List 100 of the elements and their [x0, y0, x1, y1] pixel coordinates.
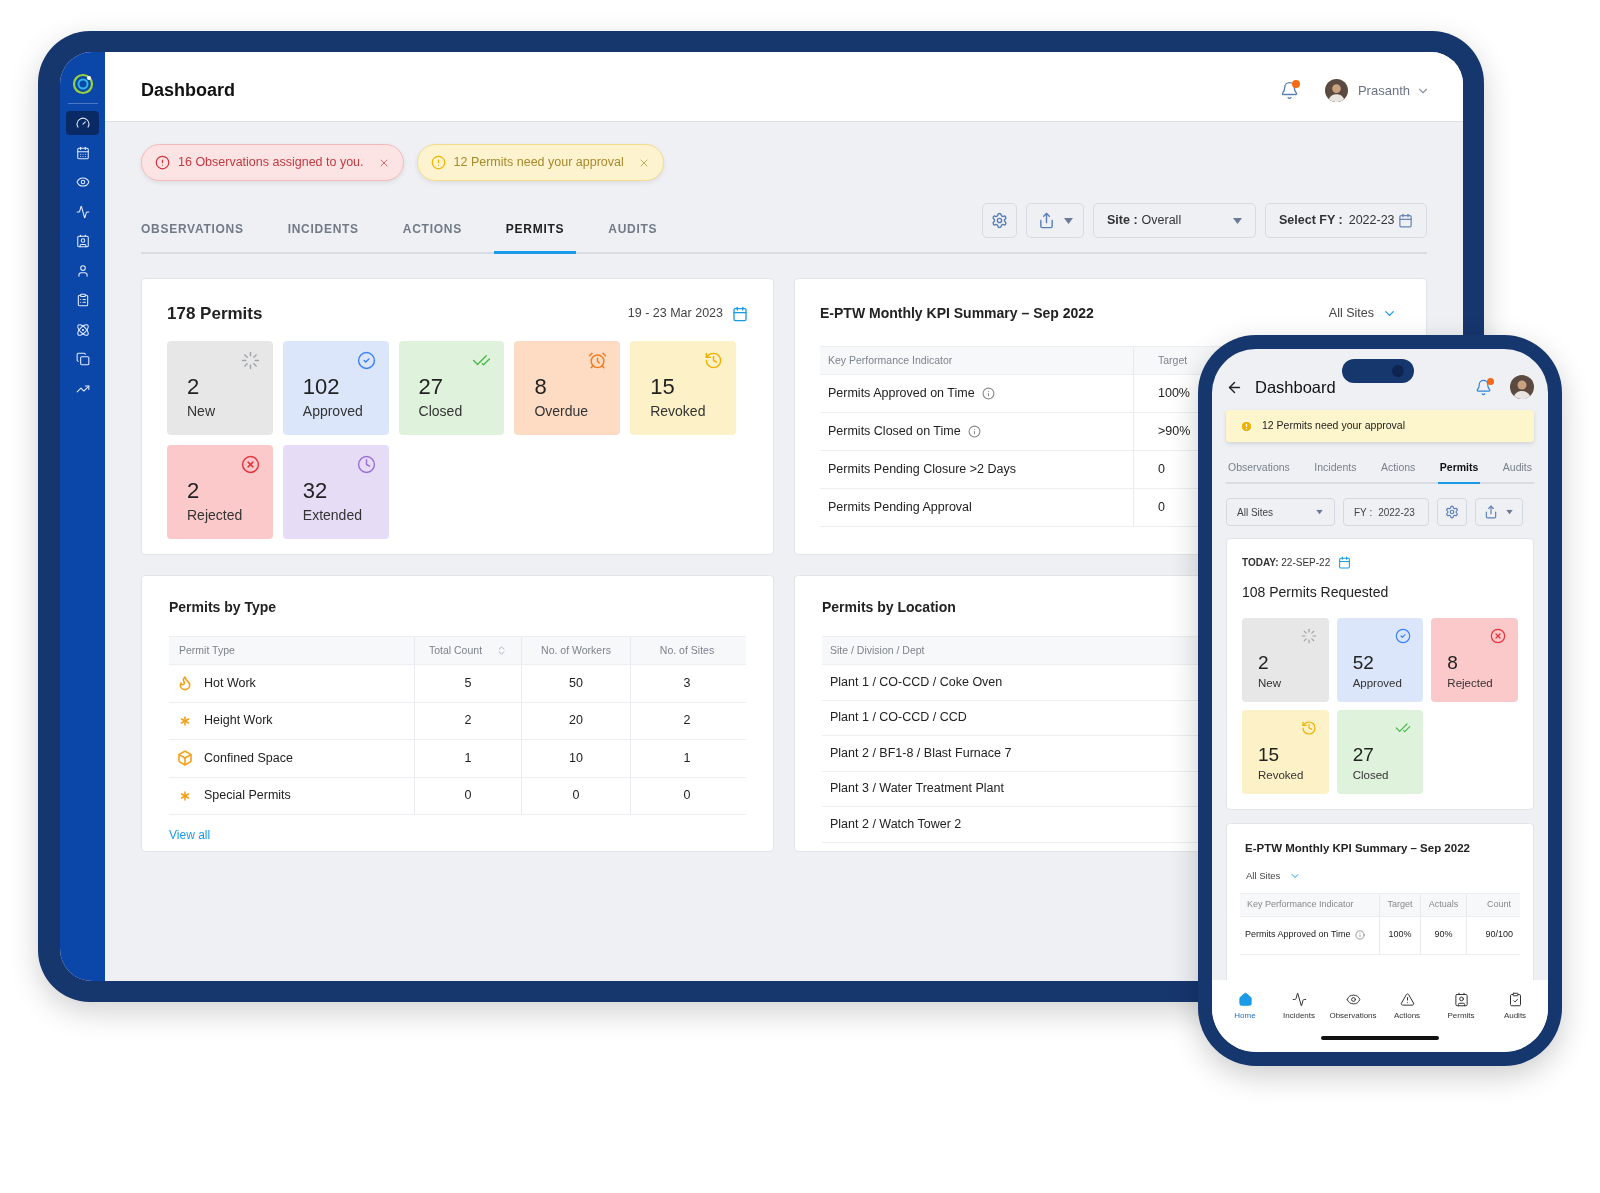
share-icon [1037, 212, 1055, 229]
column-header: Site / Division / Dept [830, 642, 925, 658]
tile-label: Closed [1352, 767, 1390, 783]
status-tile[interactable]: 2 New [1242, 618, 1329, 702]
tab[interactable]: ACTIONS [390, 206, 474, 254]
nav-item[interactable]: Incidents [1274, 992, 1324, 1022]
table-cell-text: 0 [1157, 499, 1165, 517]
activity-icon [1291, 992, 1307, 1007]
table-cell-text: 0 [1157, 461, 1165, 479]
status-tile[interactable]: 8 Rejected [1431, 618, 1518, 702]
info-icon[interactable] [981, 387, 995, 400]
person-icon [75, 263, 90, 278]
tab[interactable]: AUDITS [596, 206, 670, 254]
tile-label: Closed [418, 401, 464, 421]
screen-title: Dashboard [1255, 376, 1336, 398]
calendar-icon [75, 145, 90, 160]
info-icon[interactable] [1354, 930, 1365, 940]
nav-item[interactable]: Audits [1490, 992, 1540, 1022]
user-name[interactable]: Prasanth [1357, 80, 1410, 101]
fiscal-year-select[interactable]: Select FY : 2022-23 [1265, 203, 1427, 238]
share-button[interactable] [1026, 203, 1084, 238]
table-cell-text: 90/100 [1484, 928, 1514, 942]
x-circle-icon [240, 454, 260, 474]
info-icon[interactable] [967, 425, 981, 438]
tab[interactable]: OBSERVATIONS [129, 206, 256, 254]
id-card-icon [1453, 992, 1469, 1007]
status-tile[interactable]: 27 Closed [1336, 710, 1424, 794]
status-tile[interactable]: 15 Revoked [1242, 710, 1329, 794]
settings-button[interactable] [982, 203, 1017, 238]
tile-count: 27 [1352, 743, 1375, 767]
logo [71, 73, 94, 95]
tile-label: Revoked [1258, 767, 1305, 783]
alert-icon [1240, 419, 1253, 433]
column-header[interactable]: Total Count [428, 642, 483, 659]
copy-icon [75, 352, 90, 366]
table-cell-text: Permits Approved on Time [828, 385, 975, 403]
flame-icon [177, 675, 193, 692]
nav-item[interactable]: Actions [1382, 992, 1432, 1022]
clipboard-icon [75, 293, 90, 307]
tile-count: 15 [650, 373, 676, 401]
table-cell-text: Plant 1 / CO-CCD / CCD [830, 709, 967, 727]
alert-text: 12 Permits need your approval [1262, 418, 1405, 434]
site-select[interactable]: All Sites [1226, 498, 1335, 526]
column-header: No. of Sites [658, 642, 716, 658]
calendar-icon[interactable] [1338, 556, 1352, 569]
share-button[interactable] [1475, 498, 1523, 526]
status-tile[interactable]: 2 Rejected [167, 444, 273, 539]
atom-icon [75, 322, 90, 337]
tab[interactable]: Permits [1437, 454, 1481, 484]
status-tile[interactable]: 52 Approved [1336, 618, 1424, 702]
avatar[interactable] [1510, 375, 1534, 399]
tab[interactable]: Observations [1226, 454, 1292, 484]
settings-icon [991, 212, 1008, 229]
tile-label: New [1258, 675, 1282, 691]
sidebar-item[interactable] [66, 111, 99, 135]
table-cell-text: 2 [464, 712, 472, 730]
tab[interactable]: INCIDENTS [275, 206, 371, 254]
notification-button[interactable] [1475, 378, 1492, 396]
table-cell-text: 100% [1157, 385, 1190, 403]
status-tile[interactable]: 27 Closed [398, 340, 505, 435]
nav-item[interactable]: Home [1220, 992, 1270, 1022]
column-header: Actuals [1421, 893, 1467, 916]
settings-button[interactable] [1437, 498, 1467, 526]
status-tile[interactable]: 32 Extended [282, 444, 389, 539]
status-tile[interactable]: 8 Overdue [514, 340, 621, 435]
alert-text: 16 Observations assigned to you. [178, 154, 364, 172]
status-tile[interactable]: 15 Revoked [630, 340, 736, 435]
tile-label: Revoked [650, 401, 707, 421]
tab[interactable]: Incidents [1312, 454, 1359, 484]
camera-notch [1342, 359, 1414, 383]
tab[interactable]: Actions [1378, 454, 1418, 484]
status-tile[interactable]: 2 New [167, 340, 273, 435]
home-icon [1237, 992, 1253, 1007]
nav-item[interactable]: Permits [1436, 992, 1486, 1022]
tile-count: 52 [1352, 651, 1375, 675]
card-title: E-PTW Monthly KPI Summary – Sep 2022 [820, 304, 1094, 323]
notification-button[interactable] [1279, 81, 1299, 100]
avatar[interactable] [1324, 79, 1348, 102]
column-header: Count [1485, 897, 1512, 911]
site-filter[interactable]: All Sites [1328, 304, 1397, 323]
clock-icon [588, 350, 608, 370]
table-cell-text: 1 [464, 749, 472, 767]
tab[interactable]: PERMITS [493, 206, 577, 254]
tab[interactable]: Audits [1500, 454, 1534, 484]
id-card-icon [75, 234, 90, 248]
calendar-icon[interactable] [732, 305, 748, 322]
nav-item[interactable]: Observations [1328, 992, 1378, 1022]
table-cell-text: 2 [682, 712, 692, 730]
date-range: 19 - 23 Mar 2023 [627, 305, 723, 323]
fiscal-year-select[interactable]: FY : 2022-23 [1343, 498, 1429, 526]
tile-label: Rejected [187, 505, 244, 525]
bell-icon [1475, 378, 1492, 396]
tile-label: Rejected [1447, 675, 1494, 691]
page-title: Dashboard [141, 79, 236, 102]
site-filter[interactable]: All Sites [1240, 869, 1302, 884]
site-select[interactable]: Site : Overall [1093, 203, 1256, 238]
status-tile[interactable]: 102 Approved [282, 340, 389, 435]
tile-label: Overdue [534, 401, 590, 421]
x-circle-icon [1490, 628, 1506, 644]
column-header: Key Performance Indicator [820, 347, 1134, 374]
